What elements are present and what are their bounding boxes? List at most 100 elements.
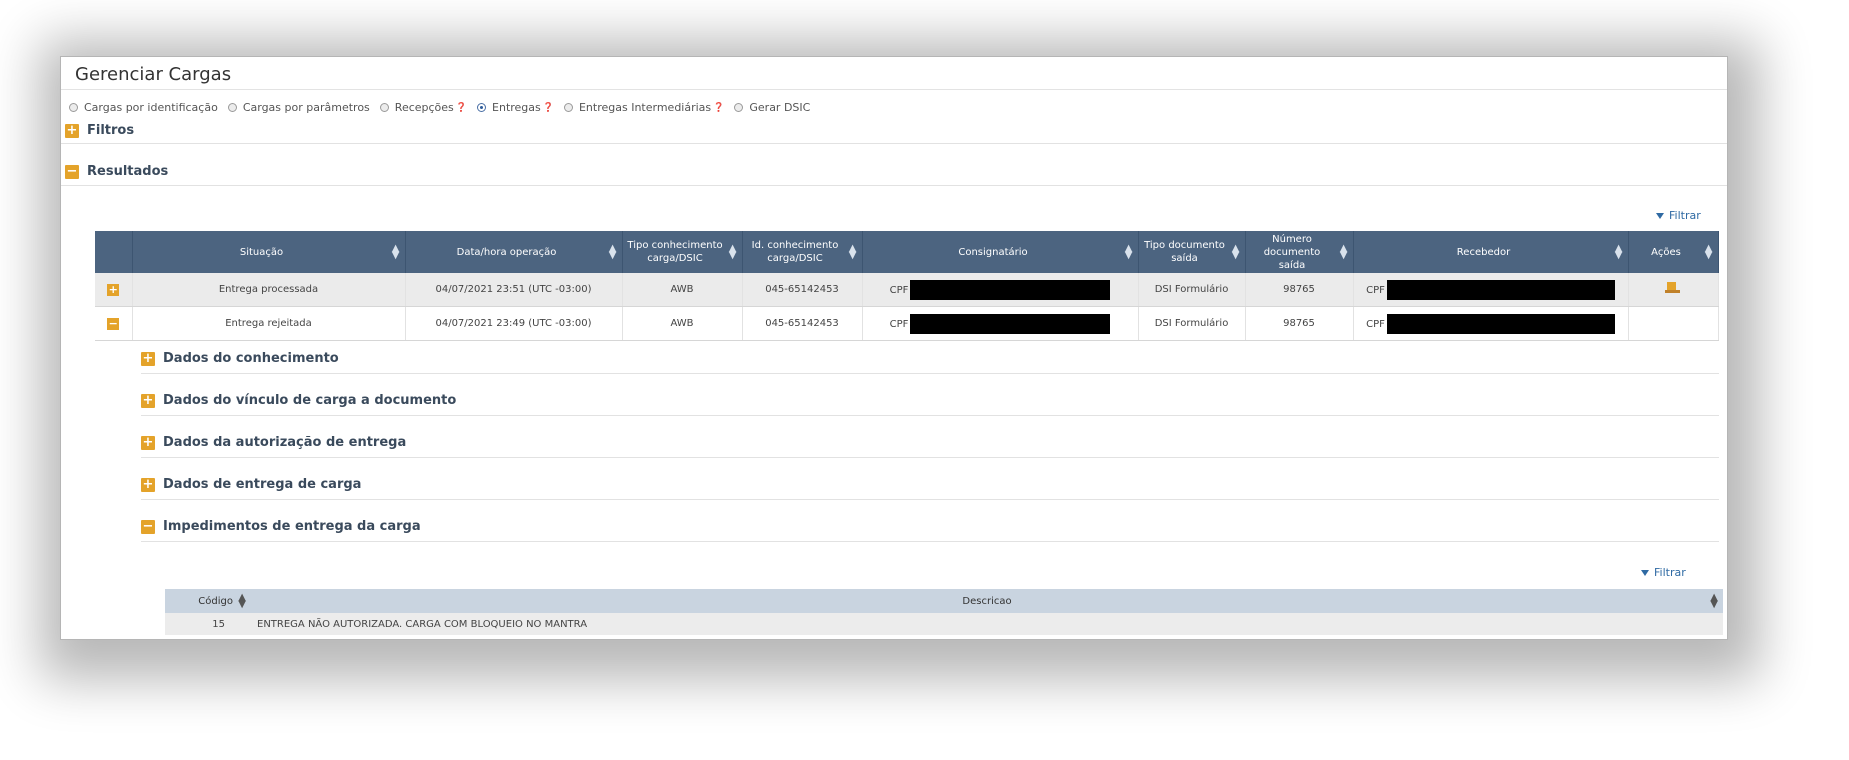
impedimentos-table: Código ▲ ▼ Descricao ▲ ▼ 15 ENTREGA NÃO AUTO… <box>165 589 1723 635</box>
sort-icon: ▲ ▼ <box>391 243 400 261</box>
table-row: − Entrega rejeitada 04/07/2021 23:49 (UT… <box>95 306 1719 341</box>
situacao-cell: Entrega rejeitada <box>132 306 406 341</box>
resultados-section-toggle[interactable]: − Resultados <box>65 164 168 179</box>
radio-label: Cargas por parâmetros <box>242 101 370 114</box>
section-label: Dados de entrega de carga <box>163 477 362 492</box>
sort-icon: ▲ ▼ <box>728 243 737 261</box>
divider <box>141 373 1719 374</box>
column-header-acoes[interactable]: Ações ▲ ▼ <box>1628 231 1719 273</box>
radio-icon[interactable] <box>69 103 78 112</box>
divider <box>141 541 1719 542</box>
divider <box>141 457 1719 458</box>
filter-icon <box>1641 569 1649 576</box>
manage-cargo-window: Gerenciar Cargas Cargas por identificaçã… <box>60 56 1728 640</box>
filtros-label: Filtros <box>87 123 135 138</box>
section-label: Dados da autorização de entrega <box>163 435 407 450</box>
title-divider <box>61 89 1727 90</box>
sort-icon: ▲ ▼ <box>1339 243 1348 261</box>
radio-icon[interactable] <box>563 103 573 112</box>
radio-entregas-intermediarias[interactable]: Entregas Intermediárias ❓ <box>563 101 724 114</box>
resultados-label: Resultados <box>87 164 169 179</box>
dados-vinculo-toggle[interactable]: + Dados do vínculo de carga a documento <box>141 393 456 408</box>
radio-cargas-identificacao[interactable]: Cargas por identificação <box>69 101 218 114</box>
numero-doc-cell: 98765 <box>1245 306 1354 341</box>
filtros-section-toggle[interactable]: + Filtros <box>65 123 134 138</box>
divider <box>141 415 1719 416</box>
expand-icon[interactable]: + <box>65 123 79 138</box>
radio-label: Recepções <box>394 101 454 114</box>
column-header-tipo-conhecimento[interactable]: Tipo conhecimento carga/DSIC ▲ ▼ <box>622 231 743 273</box>
column-header-numero-documento[interactable]: Número documento saída ▲ ▼ <box>1245 231 1354 273</box>
expand-icon[interactable]: + <box>141 477 155 492</box>
tipo-cell: AWB <box>622 306 743 341</box>
tipo-doc-cell: DSI Formulário <box>1138 306 1246 341</box>
radio-label: Gerar DSIC <box>749 101 811 114</box>
sort-icon: ▲ ▼ <box>848 243 857 261</box>
consignatario-cell: CPF <box>862 306 1139 341</box>
expand-icon[interactable]: + <box>141 351 155 366</box>
expand-icon[interactable]: + <box>141 435 155 450</box>
tipo-cell: AWB <box>622 273 743 307</box>
collapse-icon[interactable]: − <box>107 317 120 330</box>
sort-icon: ▲ ▼ <box>1231 243 1240 261</box>
impedimentos-toggle[interactable]: − Impedimentos de entrega da carga <box>141 519 421 534</box>
info-icon[interactable]: ❓ <box>713 103 724 113</box>
row-expand-cell[interactable]: − <box>95 306 133 341</box>
column-header-recebedor[interactable]: Recebedor ▲ ▼ <box>1353 231 1629 273</box>
redacted-block <box>1386 313 1615 334</box>
dados-conhecimento-toggle[interactable]: + Dados do conhecimento <box>141 351 339 366</box>
row-expand-cell[interactable]: + <box>95 273 133 307</box>
acoes-cell[interactable] <box>1628 273 1719 307</box>
id-link[interactable]: 045-65142453 <box>742 306 863 341</box>
filter-button[interactable]: Filtrar <box>1641 566 1686 579</box>
section-label: Dados do conhecimento <box>163 351 339 366</box>
id-link[interactable]: 045-65142453 <box>742 273 863 307</box>
descricao-cell: ENTREGA NÃO AUTORIZADA. CARGA COM BLOQUE… <box>251 613 1723 635</box>
divider <box>141 499 1719 500</box>
column-header-consignatario[interactable]: Consignatário ▲ ▼ <box>862 231 1139 273</box>
search-mode-radio-group: Cargas por identificação Cargas por parâ… <box>69 101 820 114</box>
column-header-codigo[interactable]: Código ▲ ▼ <box>165 589 251 613</box>
codigo-cell: 15 <box>165 613 251 635</box>
collapse-icon[interactable]: − <box>141 519 155 534</box>
radio-icon[interactable] <box>227 103 237 112</box>
recebedor-cell: CPF <box>1353 273 1629 307</box>
data-hora-cell: 04/07/2021 23:51 (UTC -03:00) <box>405 273 623 307</box>
radio-label: Cargas por identificação <box>84 101 218 114</box>
radio-gerar-dsic[interactable]: Gerar DSIC <box>734 101 810 114</box>
sort-icon: ▲ ▼ <box>238 592 246 610</box>
expand-icon[interactable]: + <box>141 393 155 408</box>
filter-icon <box>1656 212 1664 219</box>
tipo-doc-cell: DSI Formulário <box>1138 273 1246 307</box>
column-header-data-hora[interactable]: Data/hora operação ▲ ▼ <box>405 231 623 273</box>
info-icon[interactable]: ❓ <box>543 103 554 113</box>
table-row: + Entrega processada 04/07/2021 23:51 (U… <box>95 273 1719 307</box>
radio-label: Entregas Intermediárias <box>578 101 712 114</box>
radio-cargas-parametros[interactable]: Cargas por parâmetros <box>227 101 370 114</box>
delivery-truck-icon[interactable] <box>1665 282 1681 294</box>
column-header-descricao[interactable]: Descricao ▲ ▼ <box>251 589 1723 613</box>
redacted-block <box>910 279 1111 300</box>
radio-recepcoes[interactable]: Recepções ❓ <box>379 101 467 114</box>
dados-entrega-toggle[interactable]: + Dados de entrega de carga <box>141 477 361 492</box>
column-header-situacao[interactable]: Situação ▲ ▼ <box>132 231 406 273</box>
radio-icon[interactable] <box>379 103 389 112</box>
column-header-tipo-documento[interactable]: Tipo documento saída ▲ ▼ <box>1138 231 1246 273</box>
table-row: 15 ENTREGA NÃO AUTORIZADA. CARGA COM BLO… <box>165 613 1723 635</box>
filter-button[interactable]: Filtrar <box>1656 209 1701 222</box>
dados-autorizacao-toggle[interactable]: + Dados da autorização de entrega <box>141 435 406 450</box>
expand-icon[interactable]: + <box>107 283 120 296</box>
results-table: Situação ▲ ▼ Data/hora operação ▲ ▼ Tipo con… <box>95 231 1719 341</box>
radio-selected-icon[interactable] <box>477 103 487 112</box>
sort-icon: ▲ ▼ <box>1704 243 1713 261</box>
column-header-id-conhecimento[interactable]: Id. conhecimento carga/DSIC ▲ ▼ <box>742 231 863 273</box>
redacted-block <box>1386 279 1615 300</box>
radio-icon[interactable] <box>734 103 744 112</box>
radio-entregas[interactable]: Entregas ❓ <box>477 101 554 114</box>
expand-column-header <box>95 231 133 273</box>
info-icon[interactable]: ❓ <box>456 103 467 113</box>
collapse-icon[interactable]: − <box>65 164 79 179</box>
acoes-cell <box>1628 306 1719 341</box>
filter-label: Filtrar <box>1669 209 1701 222</box>
page-title: Gerenciar Cargas <box>75 64 232 85</box>
